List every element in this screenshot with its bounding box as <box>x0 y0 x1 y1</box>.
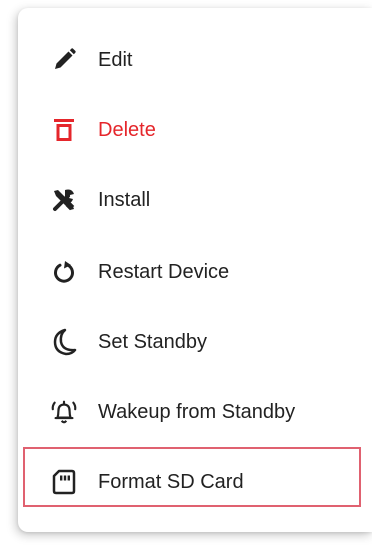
menu-item-restart-device[interactable]: Restart Device <box>18 244 372 300</box>
menu-item-format-sd-card[interactable]: Format SD Card <box>18 454 372 510</box>
context-menu: Edit Delete Install Restart Device Set S… <box>18 8 372 532</box>
menu-item-label: Install <box>98 188 151 211</box>
menu-item-label: Format SD Card <box>98 470 244 493</box>
menu-item-label: Delete <box>98 118 156 141</box>
tools-icon <box>50 186 78 214</box>
menu-item-install[interactable]: Install <box>18 172 372 228</box>
menu-item-set-standby[interactable]: Set Standby <box>18 314 372 370</box>
menu-item-edit[interactable]: Edit <box>18 32 372 88</box>
moon-icon <box>50 328 78 356</box>
menu-item-label: Edit <box>98 48 133 71</box>
alarm-bell-icon <box>50 398 78 426</box>
menu-item-label: Restart Device <box>98 260 230 283</box>
menu-item-label: Set Standby <box>98 330 207 353</box>
menu-item-delete[interactable]: Delete <box>18 102 372 158</box>
sd-card-icon <box>50 468 78 496</box>
menu-item-wakeup-from-standby[interactable]: Wakeup from Standby <box>18 384 372 440</box>
pencil-icon <box>50 46 78 74</box>
menu-item-label: Wakeup from Standby <box>98 400 296 423</box>
restart-icon <box>50 258 78 286</box>
trash-icon <box>50 116 78 144</box>
